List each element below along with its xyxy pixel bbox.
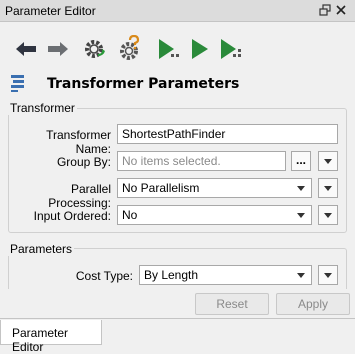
- apply-button[interactable]: Apply: [276, 293, 350, 315]
- cost-type-menu-button[interactable]: [318, 265, 338, 285]
- transformer-group-title: Transformer: [8, 101, 77, 115]
- transformer-parameters-icon: [10, 74, 26, 95]
- tab-parameter-editor[interactable]: Parameter Editor: [0, 320, 102, 354]
- cost-type-select[interactable]: By Length: [139, 265, 312, 285]
- chevron-down-icon: [297, 213, 305, 218]
- ellipsis-label: ...: [296, 153, 307, 167]
- close-icon[interactable]: [334, 3, 348, 17]
- tab-bar: Parameter Editor: [0, 318, 355, 354]
- float-icon[interactable]: [318, 3, 332, 17]
- group-by-menu-button[interactable]: [318, 151, 338, 171]
- gear-refresh-icon[interactable]: [80, 35, 108, 63]
- parallel-processing-value: No Parallelism: [122, 181, 200, 195]
- group-by-field[interactable]: No items selected.: [117, 151, 286, 171]
- input-ordered-label: Input Ordered:: [33, 209, 111, 223]
- help-gear-icon[interactable]: [116, 35, 144, 63]
- cost-type-value: By Length: [144, 268, 199, 282]
- chevron-down-icon: [324, 273, 332, 278]
- run-to-this-icon[interactable]: [154, 35, 182, 63]
- page-title: Transformer Parameters: [47, 76, 240, 92]
- parameters-group-title: Parameters: [8, 242, 75, 256]
- section-header: Transformer Parameters: [0, 72, 355, 98]
- input-ordered-select[interactable]: No: [117, 205, 312, 225]
- chevron-down-icon: [324, 213, 332, 218]
- group-by-label: Group By:: [56, 155, 111, 169]
- run-icon[interactable]: [186, 35, 214, 63]
- parallel-processing-label: Parallel Processing:: [48, 182, 111, 210]
- input-ordered-value: No: [122, 208, 138, 222]
- run-from-this-icon[interactable]: [216, 35, 244, 63]
- transformer-name-field[interactable]: ShortestPathFinder: [117, 124, 338, 144]
- transformer-name-label: Transformer Name:: [46, 128, 111, 156]
- chevron-down-icon: [297, 273, 305, 278]
- parallel-processing-select[interactable]: No Parallelism: [117, 178, 312, 198]
- window-titlebar: Parameter Editor: [0, 0, 355, 22]
- reset-button[interactable]: Reset: [195, 293, 269, 315]
- window-title: Parameter Editor: [5, 4, 96, 18]
- chevron-down-icon: [324, 159, 332, 164]
- group-by-browse-button[interactable]: ...: [291, 151, 311, 171]
- chevron-down-icon: [324, 186, 332, 191]
- parallel-processing-menu-button[interactable]: [318, 178, 338, 198]
- back-arrow-icon[interactable]: [12, 35, 40, 63]
- cost-type-label: Cost Type:: [75, 269, 133, 283]
- input-ordered-menu-button[interactable]: [318, 205, 338, 225]
- chevron-down-icon: [297, 186, 305, 191]
- toolbar: [0, 22, 355, 74]
- forward-arrow-icon[interactable]: [44, 35, 72, 63]
